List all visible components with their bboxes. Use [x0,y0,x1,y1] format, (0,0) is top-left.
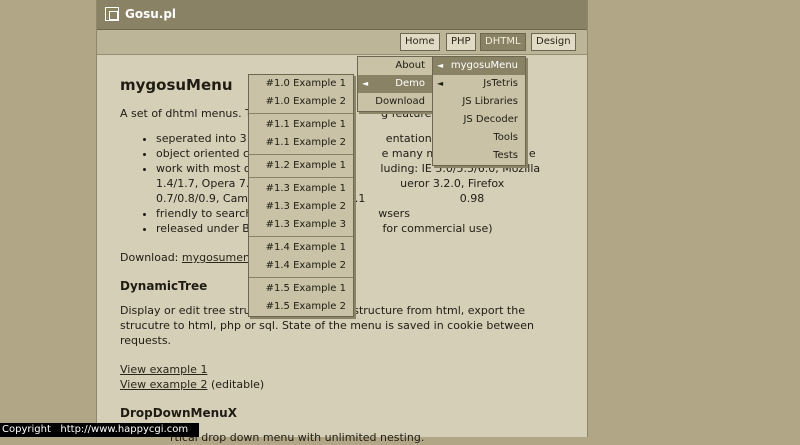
example-item[interactable]: #1.4 Example 2 [249,257,353,275]
submenu-jstetris[interactable]: ◄ JsTetris [433,75,525,93]
nav-design[interactable]: Design [531,33,576,51]
main-nav: Home PHP DHTML Design [97,30,587,55]
site-logo[interactable]: Gosu.pl [105,7,176,21]
menu-divider [249,277,353,278]
example-item[interactable]: #1.4 Example 1 [249,239,353,257]
view-example-1-link[interactable]: View example 1 [120,363,207,376]
menu-divider [249,154,353,155]
demo-submenu: ◄ mygosuMenu ◄ JsTetris JS Libraries JS De… [432,56,526,166]
example-item[interactable]: #1.0 Example 2 [249,93,353,111]
menu-divider [249,236,353,237]
example-item[interactable]: #1.5 Example 2 [249,298,353,316]
menu-divider [249,113,353,114]
dhtml-dropdown: About ◄ Demo Download [357,56,433,112]
submenu-mygosumenu[interactable]: ◄ mygosuMenu [433,57,525,75]
arrow-left-icon: ◄ [362,79,369,88]
menu-about[interactable]: About [358,57,432,75]
view-example-2-link[interactable]: View example 2 [120,378,207,391]
logo-icon [105,7,119,21]
feature-item: released under BS for commercial use) [156,221,570,236]
download-label: Download: [120,251,179,264]
menu-divider [249,177,353,178]
arrow-left-icon: ◄ [437,61,444,70]
menu-download[interactable]: Download [358,93,432,111]
example-item[interactable]: #1.1 Example 1 [249,116,353,134]
menu-demo[interactable]: ◄ Demo [358,75,432,93]
site-title: Gosu.pl [125,7,177,21]
nav-dhtml[interactable]: DHTML [480,33,526,51]
dropdown-title: DropDownMenuX [120,406,237,420]
example-item[interactable]: #1.5 Example 1 [249,280,353,298]
example-item[interactable]: #1.1 Example 2 [249,134,353,152]
site-header: Gosu.pl [97,0,587,30]
example-item[interactable]: #1.3 Example 3 [249,216,353,234]
arrow-left-icon: ◄ [437,79,444,88]
submenu-tests[interactable]: Tests [433,147,525,165]
submenu-js-decoder[interactable]: JS Decoder [433,111,525,129]
submenu-js-libraries[interactable]: JS Libraries [433,93,525,111]
feature-item: work with most of luding: IE 5.0/5.5/6.0… [156,161,570,206]
editable-note: (editable) [210,378,265,391]
examples-submenu: #1.0 Example 1 #1.0 Example 2 #1.1 Examp… [248,74,354,317]
submenu-tools[interactable]: Tools [433,129,525,147]
copyright-banner: Copyright http://www.happycgi.com [0,423,199,437]
nav-php[interactable]: PHP [446,33,476,51]
nav-home[interactable]: Home [400,33,440,51]
example-item[interactable]: #1.0 Example 1 [249,75,353,93]
example-item[interactable]: #1.2 Example 1 [249,157,353,175]
example-item[interactable]: #1.3 Example 1 [249,180,353,198]
feature-item: friendly to search wsers [156,206,570,221]
example-item[interactable]: #1.3 Example 2 [249,198,353,216]
